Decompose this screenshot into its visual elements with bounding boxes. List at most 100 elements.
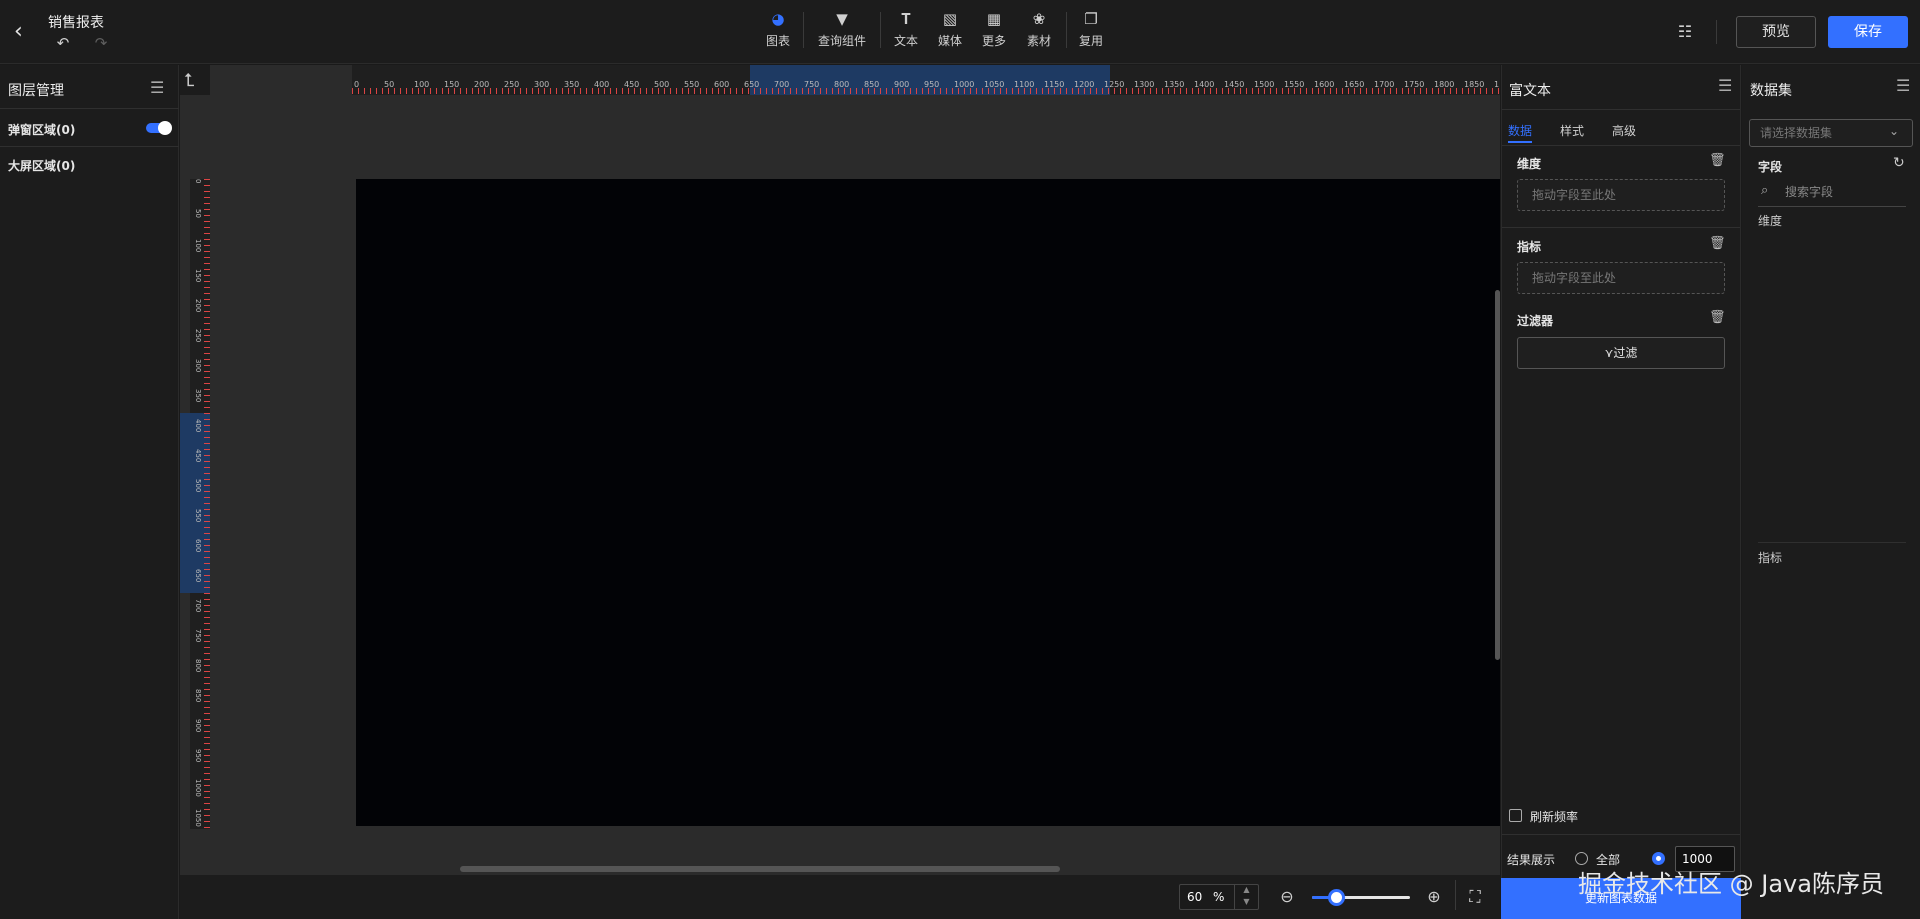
ruler-v-tick-label: 100 xyxy=(194,239,202,253)
ruler-v-tick-label: 950 xyxy=(194,749,202,763)
save-button[interactable]: 保存 xyxy=(1828,16,1908,48)
zoom-out-icon[interactable]: ⊖ xyxy=(1278,887,1296,906)
ruler-h-tick-label: 1450 xyxy=(1224,80,1245,89)
menu-icon[interactable]: ☰ xyxy=(150,78,164,97)
screen-area-label: 大屏区域(0) xyxy=(8,159,76,173)
ruler-corner-icon[interactable]: ⮤ xyxy=(184,70,195,91)
ruler-v-tick-label: 800 xyxy=(194,659,202,673)
vertical-ruler-labels: 0 50 100 150 200 250 300 350 400 450 500 550 600 650 7… xyxy=(194,179,206,829)
dataset-metric-label: 指标 xyxy=(1758,551,1783,565)
vertical-scrollbar[interactable] xyxy=(1495,290,1500,660)
search-icon: ⌕ xyxy=(1761,183,1769,198)
header-divider xyxy=(1716,20,1717,44)
toolbar-reuse-button[interactable]: ❐ 复用 xyxy=(1076,8,1106,56)
trash-icon[interactable]: 🗑 xyxy=(1709,310,1726,325)
palette-icon: ❀ xyxy=(1032,10,1046,28)
zoom-slider-handle[interactable] xyxy=(1327,889,1345,906)
ruler-v-tick-label: 500 xyxy=(194,479,202,493)
ruler-h-tick-label: 1250 xyxy=(1104,80,1125,89)
ruler-v-tick-label: 1050 xyxy=(194,809,202,827)
toolbar-divider xyxy=(1066,12,1067,48)
layers-title: 图层管理 xyxy=(8,83,64,99)
text-box-icon: 𝐓 xyxy=(901,10,911,28)
ruler-h-tick-label: 950 xyxy=(924,80,940,89)
fit-screen-icon[interactable]: ⛶ xyxy=(1466,887,1484,906)
toolbar-divider xyxy=(803,12,804,48)
preview-button[interactable]: 预览 xyxy=(1736,16,1816,48)
copy-icon: ❐ xyxy=(1084,10,1098,28)
tab-advanced[interactable]: 高级 xyxy=(1612,122,1636,139)
ruler-h-tick-label: 1150 xyxy=(1044,80,1065,89)
ruler-h-tick-label: 100 xyxy=(414,80,430,89)
fields-label: 字段 xyxy=(1758,160,1783,174)
metric-dropzone[interactable]: 拖动字段至此处 xyxy=(1517,262,1725,294)
ruler-v-tick-label: 650 xyxy=(194,569,202,583)
undo-icon[interactable]: ↶ xyxy=(54,34,72,52)
toolbar-chart-label: 图表 xyxy=(765,34,790,48)
toolbar-divider xyxy=(880,12,881,48)
toolbar-query-button[interactable]: ▼ 查询组件 xyxy=(814,8,870,56)
ruler-h-tick-label: 1400 xyxy=(1194,80,1215,89)
back-arrow-icon[interactable]: ‹ xyxy=(14,20,34,44)
ruler-v-tick-label: 750 xyxy=(194,629,202,643)
toolbar-media-button[interactable]: ▧ 媒体 xyxy=(935,8,965,56)
ruler-h-tick-label: 700 xyxy=(774,80,790,89)
pie-chart-icon: ◕ xyxy=(771,10,785,28)
watermark-text: 掘金技术社区 @ Java陈序员 xyxy=(1578,870,1884,898)
trash-icon[interactable]: 🗑 xyxy=(1709,153,1726,168)
field-search-input[interactable]: 搜索字段 xyxy=(1785,183,1833,200)
ruler-h-tick-label: 50 xyxy=(384,80,395,89)
toolbar-more-label: 更多 xyxy=(981,34,1006,48)
ruler-v-tick-label: 150 xyxy=(194,269,202,283)
toolbar-query-label: 查询组件 xyxy=(817,34,866,48)
zoom-unit: % xyxy=(1213,890,1225,904)
popup-area-toggle[interactable] xyxy=(146,121,172,135)
ruler-h-tick-label: 1300 xyxy=(1134,80,1155,89)
ruler-h-tick-label: 850 xyxy=(864,80,880,89)
ruler-v-tick-label: 1000 xyxy=(194,779,202,797)
ruler-v-tick-label: 200 xyxy=(194,299,202,313)
toolbar-chart-button[interactable]: ◕ 图表 xyxy=(760,8,796,56)
menu-icon[interactable]: ☰ xyxy=(1718,76,1732,95)
dimension-dropzone[interactable]: 拖动字段至此处 xyxy=(1517,179,1725,211)
ruler-h-tick-label: 250 xyxy=(504,80,520,89)
popup-area-label: 弹窗区域(0) xyxy=(8,123,76,137)
search-underline xyxy=(1758,206,1906,207)
settings-sliders-icon[interactable]: ☷ xyxy=(1675,22,1695,42)
ruler-h-tick-label: 200 xyxy=(474,80,490,89)
ruler-h-tick-label: 1800 xyxy=(1434,80,1455,89)
zoom-value: 60 xyxy=(1187,890,1203,904)
redo-icon[interactable]: ↷ xyxy=(92,34,110,52)
horizontal-scrollbar[interactable] xyxy=(460,866,1060,872)
ruler-h-tick-label: 1 xyxy=(1494,80,1500,89)
toolbar-text-button[interactable]: 𝐓 文本 xyxy=(891,8,921,56)
ruler-h-tick-label: 600 xyxy=(714,80,730,89)
divider xyxy=(0,108,179,109)
tab-style[interactable]: 样式 xyxy=(1560,122,1584,139)
ruler-h-tick-label: 1500 xyxy=(1254,80,1275,89)
ruler-h-tick-label: 1600 xyxy=(1314,80,1335,89)
toolbar-more-button[interactable]: ▦ 更多 xyxy=(979,8,1009,56)
toolbar-material-button[interactable]: ❀ 素材 xyxy=(1024,8,1054,56)
ruler-h-tick-label: 350 xyxy=(564,80,580,89)
menu-icon[interactable]: ☰ xyxy=(1896,76,1910,95)
ruler-v-tick-label: 250 xyxy=(194,329,202,343)
ruler-v-tick-label: 300 xyxy=(194,359,202,373)
dashboard-canvas[interactable] xyxy=(356,179,1500,826)
ruler-v-tick-label: 350 xyxy=(194,389,202,403)
toolbar-material-label: 素材 xyxy=(1026,34,1051,48)
filter-button[interactable]: ⋎过滤 xyxy=(1517,337,1725,369)
refresh-checkbox[interactable] xyxy=(1509,809,1522,822)
ruler-h-tick-label: 1050 xyxy=(984,80,1005,89)
toolbar-reuse-label: 复用 xyxy=(1078,34,1103,48)
ruler-h-tick-label: 1700 xyxy=(1374,80,1395,89)
zoom-in-icon[interactable]: ⊕ xyxy=(1425,887,1443,906)
dimension-label: 维度 xyxy=(1517,157,1542,171)
zoom-stepper[interactable]: ▲ ▼ xyxy=(1234,884,1258,910)
ruler-h-tick-label: 450 xyxy=(624,80,640,89)
ruler-v-tick-label: 900 xyxy=(194,719,202,733)
refresh-icon[interactable]: ↻ xyxy=(1893,155,1905,171)
trash-icon[interactable]: 🗑 xyxy=(1709,236,1726,251)
dataset-title: 数据集 xyxy=(1750,83,1792,99)
tab-data[interactable]: 数据 xyxy=(1508,122,1532,139)
